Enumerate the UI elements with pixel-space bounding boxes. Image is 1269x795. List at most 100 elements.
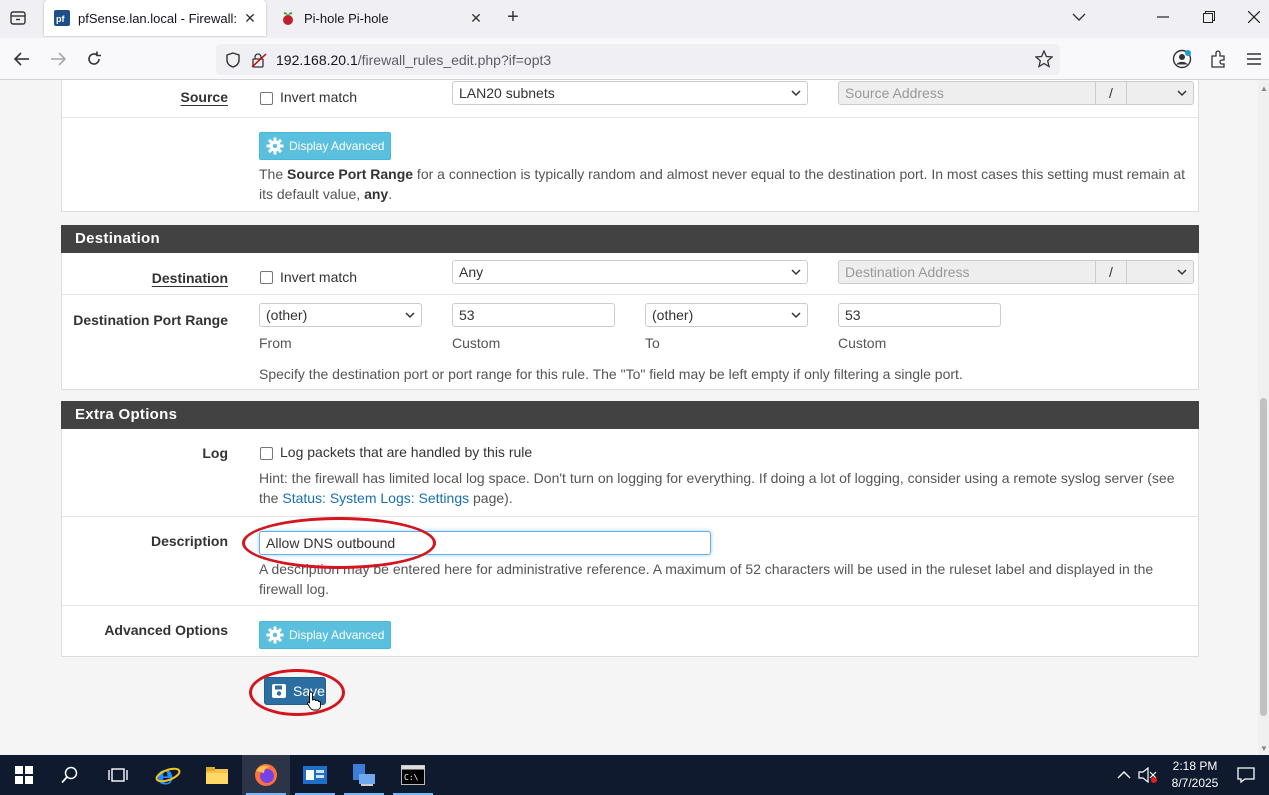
to-caption: To (645, 335, 660, 351)
system-logs-settings-link[interactable]: Status: System Logs: Settings (282, 490, 469, 506)
custom-caption: Custom (452, 335, 501, 351)
back-arrow-icon[interactable] (8, 45, 36, 73)
from-caption: From (259, 335, 292, 351)
source-row: Source Invert match LAN20 subnets Source… (62, 80, 1198, 118)
source-label: Source (180, 89, 228, 105)
source-slash: / (1095, 81, 1127, 105)
source-invert-checkbox[interactable] (260, 92, 273, 105)
taskbar-clock[interactable]: 2:18 PM 8/7/2025 (1160, 758, 1230, 792)
forward-arrow-icon[interactable] (44, 45, 72, 73)
bookmark-star-icon[interactable] (1034, 49, 1054, 69)
source-display-advanced-button[interactable]: Display Advanced (259, 132, 392, 160)
mouse-pointer-hand-icon (307, 691, 321, 714)
description-label: Description (150, 533, 228, 549)
gear-icon (266, 137, 284, 155)
log-checkbox-label: Log packets that are handled by this rul… (280, 444, 533, 460)
custom-caption: Custom (838, 335, 887, 351)
log-checkbox[interactable] (260, 447, 273, 460)
destination-port-help: Specify the destination port or port ran… (259, 366, 963, 382)
tab-pihole[interactable]: Pi-hole Pi-hole ✕ (270, 0, 492, 36)
reload-icon[interactable] (80, 45, 108, 73)
log-row: Log Log packets that are handled by this… (62, 429, 1198, 517)
tray-overflow-chevron-icon[interactable] (1112, 755, 1136, 795)
destination-type-select[interactable]: Any (452, 260, 808, 284)
close-tab-icon[interactable]: ✕ (240, 8, 260, 28)
source-address-input[interactable]: Source Address (838, 81, 1096, 105)
destination-port-from-select[interactable]: (other) (259, 303, 422, 327)
description-input[interactable]: Allow DNS outbound (259, 531, 711, 555)
tab-pfsense[interactable]: pf pfSense.lan.local - Firewall: Rule ✕ (44, 0, 266, 36)
windows-taskbar: e C:\ 2:18 PM 8/7/2025 (0, 755, 1269, 795)
chevron-down-icon (405, 312, 415, 319)
tab-title: Pi-hole Pi-hole (304, 10, 389, 26)
gear-icon (266, 626, 284, 644)
firefox-icon[interactable] (242, 755, 290, 795)
destination-mask-select[interactable] (1126, 260, 1194, 284)
button-label: Display Advanced (289, 628, 385, 642)
page-scrollbar[interactable]: ▲ ▼ (1258, 80, 1269, 755)
browser-tab-bar: pf pfSense.lan.local - Firewall: Rule ✕ … (0, 0, 1269, 38)
page-content: Source Invert match LAN20 subnets Source… (0, 80, 1258, 755)
select-value: (other) (266, 307, 308, 323)
volume-muted-icon[interactable] (1136, 755, 1160, 795)
insecure-lock-icon[interactable] (250, 51, 268, 69)
clock-date: 8/7/2025 (1171, 776, 1219, 790)
task-view-icon[interactable] (94, 755, 142, 795)
menu-hamburger-icon[interactable] (1240, 45, 1268, 73)
source-mask-select[interactable] (1126, 81, 1194, 105)
new-tab-icon[interactable]: + (502, 7, 524, 29)
account-icon[interactable] (1168, 45, 1196, 73)
source-advanced-row: Display Advanced The Source Port Range f… (62, 118, 1198, 210)
tracking-shield-icon[interactable] (224, 51, 242, 69)
list-all-tabs-icon[interactable] (6, 7, 30, 29)
command-prompt-icon[interactable]: C:\ (389, 755, 437, 795)
close-window-icon[interactable] (1231, 0, 1269, 34)
restore-icon[interactable] (1186, 0, 1232, 34)
destination-invert-label: Invert match (280, 269, 358, 285)
tab-overflow-chevron-icon[interactable] (1056, 0, 1102, 34)
log-label: Log (202, 445, 228, 461)
source-port-help: The Source Port Range for a connection i… (259, 166, 1185, 202)
source-invert-label: Invert match (280, 89, 358, 105)
scroll-down-arrow-icon[interactable]: ▼ (1260, 744, 1268, 753)
close-tab-icon[interactable]: ✕ (466, 8, 486, 28)
notifications-icon[interactable] (1232, 755, 1260, 795)
extra-options-heading: Extra Options (61, 401, 1199, 429)
destination-type-value: Any (459, 264, 484, 280)
destination-heading: Destination (61, 225, 1199, 253)
svg-text:C:\: C:\ (404, 773, 419, 782)
source-panel: Source Invert match LAN20 subnets Source… (61, 80, 1199, 212)
remote-desktop-icon[interactable] (340, 755, 388, 795)
server-manager-icon[interactable] (291, 755, 339, 795)
search-icon[interactable] (46, 755, 94, 795)
url-host: 192.168.20.1 (276, 51, 358, 68)
pihole-favicon-icon (280, 10, 296, 26)
destination-port-to-custom-input[interactable]: 53 (838, 303, 1001, 327)
extensions-icon[interactable] (1204, 45, 1232, 73)
file-explorer-icon[interactable] (193, 755, 241, 795)
advanced-options-row: Advanced Options Display Advanced (62, 606, 1198, 656)
address-bar[interactable]: 192.168.20.1/firewall_rules_edit.php?if=… (216, 44, 1060, 75)
destination-address-input[interactable]: Destination Address (838, 260, 1096, 284)
log-hint: Hint: the firewall has limited local log… (259, 470, 1175, 506)
description-help: A description may be entered here for ad… (259, 561, 1154, 597)
destination-invert-checkbox[interactable] (260, 271, 273, 284)
select-value: (other) (652, 307, 694, 323)
destination-row: Destination Invert match Any Destination… (62, 253, 1198, 295)
destination-port-range-label: Destination Port Range (73, 312, 228, 328)
url-path: /firewall_rules_edit.php?if=opt3 (357, 51, 552, 68)
destination-port-from-custom-input[interactable]: 53 (452, 303, 615, 327)
browser-nav-bar: 192.168.20.1/firewall_rules_edit.php?if=… (0, 38, 1269, 80)
pfsense-favicon-icon: pf (54, 10, 70, 26)
chevron-down-icon (1177, 269, 1187, 276)
start-windows-icon[interactable] (0, 755, 48, 795)
scrollbar-thumb[interactable] (1260, 398, 1267, 716)
chevron-down-icon (1177, 90, 1187, 97)
minimize-icon[interactable] (1140, 0, 1186, 34)
display-advanced-button[interactable]: Display Advanced (259, 621, 392, 649)
scroll-up-arrow-icon[interactable]: ▲ (1260, 84, 1268, 93)
destination-port-to-select[interactable]: (other) (645, 303, 808, 327)
source-type-select[interactable]: LAN20 subnets (452, 81, 808, 105)
internet-explorer-icon[interactable]: e (144, 755, 192, 795)
tab-title: pfSense.lan.local - Firewall: Rule (78, 10, 240, 26)
